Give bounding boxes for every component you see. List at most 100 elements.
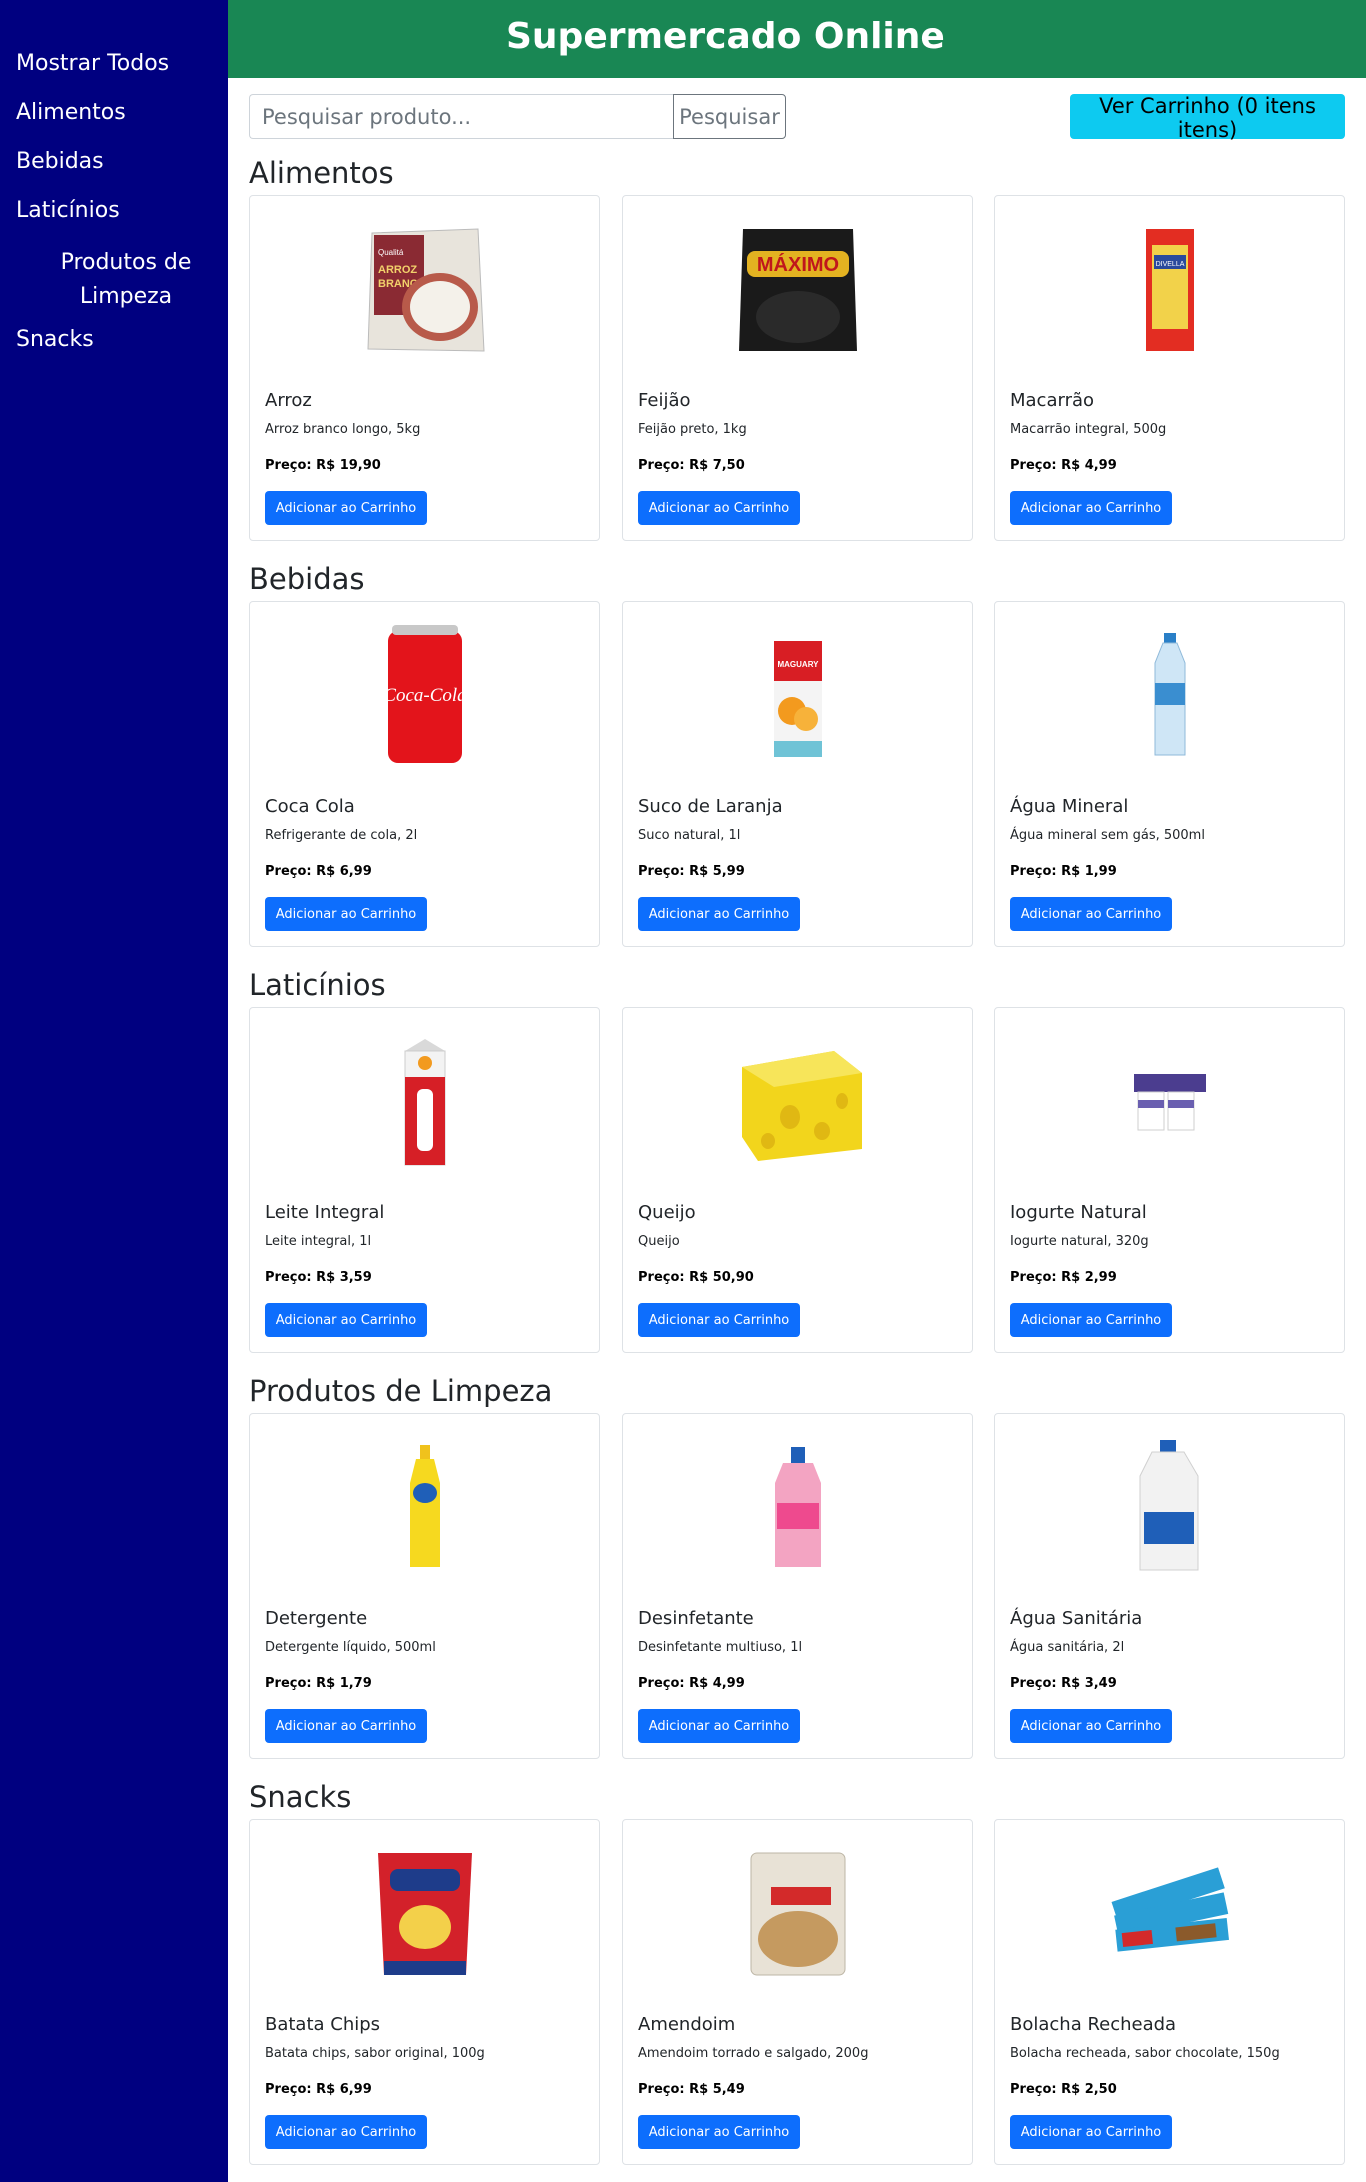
product-name: Coca Cola: [265, 796, 355, 817]
product-image: [995, 1420, 1344, 1596]
product-price: Preço: R$ 5,49: [638, 2082, 745, 2097]
product-card: Queijo Queijo Preço: R$ 50,90 Adicionar ao …: [622, 1007, 973, 1353]
sidebar-item-mostrar-todos[interactable]: Mostrar Todos: [0, 50, 228, 78]
product-price: Preço: R$ 3,49: [1010, 1676, 1117, 1691]
section-title: Produtos de Limpeza: [249, 1374, 553, 1408]
sidebar-item-alimentos[interactable]: Alimentos: [0, 99, 228, 127]
product-image: [623, 1420, 972, 1596]
add-to-cart-button[interactable]: Adicionar ao Carrinho: [265, 1709, 427, 1743]
rice-bag-icon: [360, 225, 490, 355]
add-to-cart-button[interactable]: Adicionar ao Carrinho: [1010, 1709, 1172, 1743]
product-name: Desinfetante: [638, 1608, 754, 1629]
product-price: Preço: R$ 6,99: [265, 2082, 372, 2097]
product-price: Preço: R$ 4,99: [1010, 458, 1117, 473]
product-description: Batata chips, sabor original, 100g: [265, 2046, 485, 2061]
product-image: [995, 1014, 1344, 1190]
product-price: Preço: R$ 6,99: [265, 864, 372, 879]
sidebar-item-bebidas[interactable]: Bebidas: [0, 148, 228, 176]
sidebar-item-produtos-de-limpeza[interactable]: Produtos de Limpeza: [0, 246, 228, 314]
bleach-jug-icon: [1130, 1438, 1210, 1578]
product-card: Feijão Feijão preto, 1kg Preço: R$ 7,50 Adi…: [622, 195, 973, 541]
product-card: Água Mineral Água mineral sem gás, 500ml P…: [994, 601, 1345, 947]
chips-bag-icon: [370, 1849, 480, 1979]
page-title: Supermercado Online: [506, 16, 945, 57]
beans-bag-icon: [733, 225, 863, 355]
product-description: Amendoim torrado e salgado, 200g: [638, 2046, 869, 2061]
product-name: Água Sanitária: [1010, 1608, 1143, 1629]
product-card: Batata Chips Batata chips, sabor original…: [249, 1819, 600, 2165]
product-description: Detergente líquido, 500ml: [265, 1640, 436, 1655]
product-card: Desinfetante Desinfetante multiuso, 1l Pre…: [622, 1413, 973, 1759]
soda-can-icon: [380, 621, 470, 771]
product-description: Queijo: [638, 1234, 680, 1249]
section-title: Snacks: [249, 1780, 352, 1814]
product-price: Preço: R$ 19,90: [265, 458, 381, 473]
product-description: Água mineral sem gás, 500ml: [1010, 828, 1205, 843]
add-to-cart-button[interactable]: Adicionar ao Carrinho: [265, 2115, 427, 2149]
product-description: Suco natural, 1l: [638, 828, 741, 843]
search-bar: Pesquisar: [249, 94, 786, 139]
product-description: Leite integral, 1l: [265, 1234, 372, 1249]
product-card: Macarrão Macarrão integral, 500g Preço: R$…: [994, 195, 1345, 541]
product-price: Preço: R$ 4,99: [638, 1676, 745, 1691]
product-description: Feijão preto, 1kg: [638, 422, 747, 437]
product-name: Suco de Laranja: [638, 796, 783, 817]
add-to-cart-button[interactable]: Adicionar ao Carrinho: [1010, 1303, 1172, 1337]
view-cart-button[interactable]: Ver Carrinho (0 itens itens): [1070, 94, 1345, 142]
section-title: Laticínios: [249, 968, 386, 1002]
product-description: Desinfetante multiuso, 1l: [638, 1640, 803, 1655]
product-name: Batata Chips: [265, 2014, 381, 2035]
milk-carton-icon: [395, 1037, 455, 1167]
product-description: Bolacha recheada, sabor chocolate, 150g: [1010, 2046, 1280, 2061]
juice-box-icon: [768, 631, 828, 761]
sidebar-item-snacks[interactable]: Snacks: [0, 326, 228, 354]
disinfectant-bottle-icon: [763, 1443, 833, 1573]
product-price: Preço: R$ 1,99: [1010, 864, 1117, 879]
product-price: Preço: R$ 7,50: [638, 458, 745, 473]
product-image: [623, 202, 972, 378]
add-to-cart-button[interactable]: Adicionar ao Carrinho: [638, 1303, 800, 1337]
sidebar: Mostrar Todos Alimentos Bebidas Laticíni…: [0, 0, 228, 2182]
product-image: [250, 608, 599, 784]
product-image: [623, 1826, 972, 2002]
product-card: Água Sanitária Água sanitária, 2l Preço: R…: [994, 1413, 1345, 1759]
product-name: Bolacha Recheada: [1010, 2014, 1177, 2035]
product-price: Preço: R$ 5,99: [638, 864, 745, 879]
product-image: [250, 202, 599, 378]
product-image: [250, 1826, 599, 2002]
product-image: [623, 1014, 972, 1190]
add-to-cart-button[interactable]: Adicionar ao Carrinho: [638, 1709, 800, 1743]
product-price: Preço: R$ 1,79: [265, 1676, 372, 1691]
add-to-cart-button[interactable]: Adicionar ao Carrinho: [1010, 897, 1172, 931]
yogurt-icon: [1120, 1052, 1220, 1152]
product-price: Preço: R$ 3,59: [265, 1270, 372, 1285]
product-name: Detergente: [265, 1608, 368, 1629]
product-name: Iogurte Natural: [1010, 1202, 1147, 1223]
add-to-cart-button[interactable]: Adicionar ao Carrinho: [638, 491, 800, 525]
add-to-cart-button[interactable]: Adicionar ao Carrinho: [1010, 491, 1172, 525]
add-to-cart-button[interactable]: Adicionar ao Carrinho: [1010, 2115, 1172, 2149]
product-description: Água sanitária, 2l: [1010, 1640, 1125, 1655]
product-card: Leite Integral Leite integral, 1l Preço: R…: [249, 1007, 600, 1353]
detergent-bottle-icon: [400, 1443, 450, 1573]
product-image: [250, 1420, 599, 1596]
section-title: Alimentos: [249, 156, 394, 190]
pasta-pack-icon: [1140, 225, 1200, 355]
add-to-cart-button[interactable]: Adicionar ao Carrinho: [638, 897, 800, 931]
sidebar-item-laticinios[interactable]: Laticínios: [0, 197, 228, 225]
add-to-cart-button[interactable]: Adicionar ao Carrinho: [265, 1303, 427, 1337]
add-to-cart-button[interactable]: Adicionar ao Carrinho: [265, 491, 427, 525]
product-name: Arroz: [265, 390, 312, 411]
product-image: [250, 1014, 599, 1190]
product-card: Detergente Detergente líquido, 500ml Preço…: [249, 1413, 600, 1759]
product-description: Iogurte natural, 320g: [1010, 1234, 1149, 1249]
product-image: [623, 608, 972, 784]
product-card: Iogurte Natural Iogurte natural, 320g Preç…: [994, 1007, 1345, 1353]
cheese-icon: [718, 1037, 878, 1167]
product-name: Água Mineral: [1010, 796, 1129, 817]
search-button[interactable]: Pesquisar: [673, 94, 786, 139]
add-to-cart-button[interactable]: Adicionar ao Carrinho: [638, 2115, 800, 2149]
section-title: Bebidas: [249, 562, 365, 596]
add-to-cart-button[interactable]: Adicionar ao Carrinho: [265, 897, 427, 931]
search-input[interactable]: [249, 94, 673, 139]
